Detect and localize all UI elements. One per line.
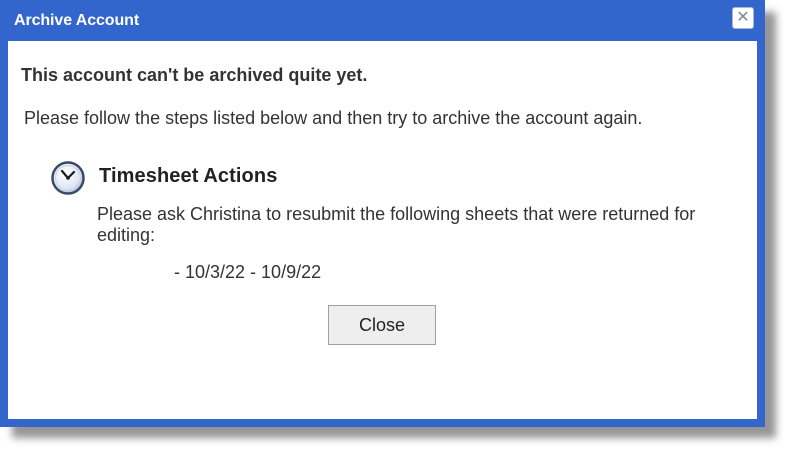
list-item: - 10/3/22 - 10/9/22 [174, 262, 322, 282]
archive-account-dialog: Archive Account ✕ This account can't be … [0, 0, 765, 427]
close-icon[interactable]: ✕ [732, 7, 754, 29]
clock-icon [51, 161, 85, 195]
dialog-title: Archive Account [14, 12, 140, 29]
section-body: Please ask Christina to resubmit the fol… [97, 204, 696, 245]
dialog-content: This account can't be archived quite yet… [8, 41, 757, 419]
message-heading: This account can't be archived quite yet… [21, 65, 368, 85]
message-instruction: Please follow the steps listed below and… [24, 108, 643, 128]
section-title: Timesheet Actions [99, 165, 278, 187]
close-button[interactable]: Close [328, 305, 436, 345]
dialog-titlebar: Archive Account ✕ [0, 0, 765, 41]
